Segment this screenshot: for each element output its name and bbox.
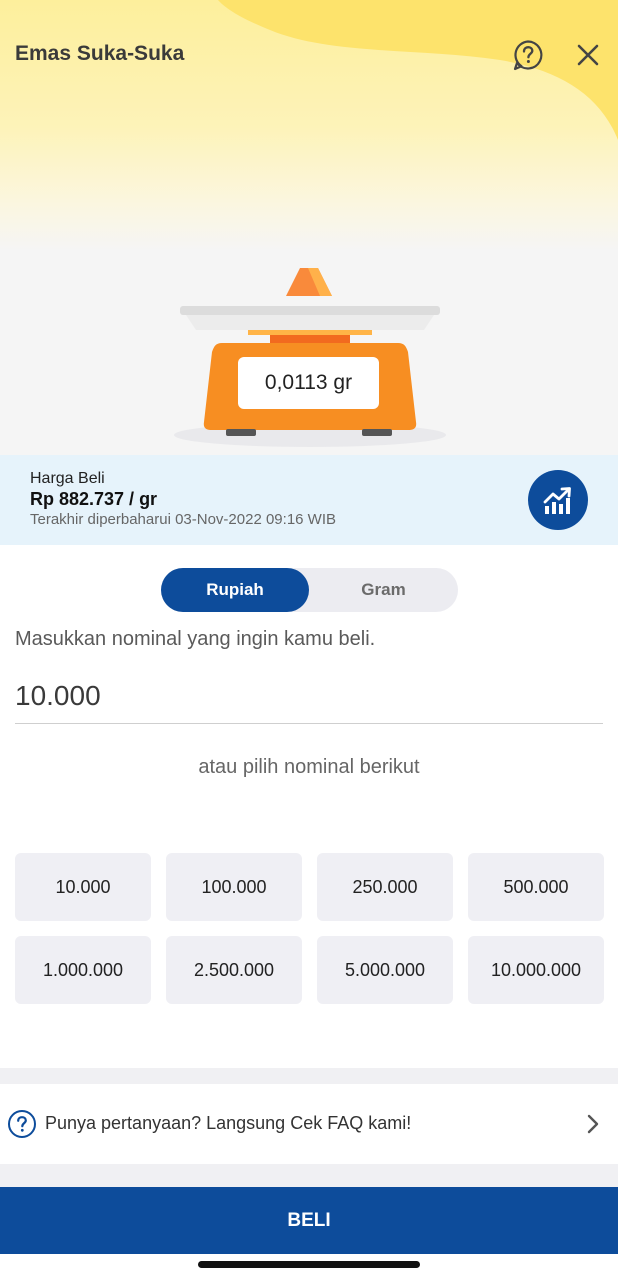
price-updated-time: Terakhir diperbaharui 03-Nov-2022 09:16 …: [30, 511, 336, 528]
section-divider: [0, 1068, 618, 1084]
preset-amount-chip[interactable]: 100.000: [166, 853, 302, 921]
preset-amount-chip[interactable]: 2.500.000: [166, 936, 302, 1004]
home-indicator: [198, 1261, 420, 1268]
price-label: Harga Beli: [30, 470, 105, 487]
page-title: Emas Suka-Suka: [15, 42, 185, 65]
question-circle-icon: [8, 1110, 36, 1138]
preset-amount-chip[interactable]: 500.000: [468, 853, 604, 921]
tab-rupiah[interactable]: Rupiah: [161, 568, 309, 612]
price-value: Rp 882.737 / gr: [30, 489, 158, 509]
buy-button[interactable]: BELI: [0, 1187, 618, 1254]
help-icon[interactable]: [512, 39, 544, 71]
faq-link-text[interactable]: Punya pertanyaan? Langsung Cek FAQ kami!: [45, 1113, 411, 1134]
currency-mode-toggle: Rupiah Gram: [161, 568, 458, 612]
preset-amount-chip[interactable]: 1.000.000: [15, 936, 151, 1004]
tab-gram[interactable]: Gram: [309, 568, 458, 612]
chevron-right-icon[interactable]: [584, 1113, 602, 1135]
preset-amount-grid: 10.000 100.000 250.000 500.000 1.000.000…: [15, 853, 604, 1004]
weight-display: 0,0113 gr: [238, 357, 379, 409]
amount-prompt: Masukkan nominal yang ingin kamu beli.: [15, 628, 376, 650]
price-chart-button[interactable]: [528, 470, 588, 530]
preset-amount-chip[interactable]: 5.000.000: [317, 936, 453, 1004]
preset-amount-chip[interactable]: 10.000.000: [468, 936, 604, 1004]
trend-chart-icon: [543, 487, 571, 514]
preset-amount-chip[interactable]: 250.000: [317, 853, 453, 921]
yellow-blob-decoration: [218, 0, 618, 140]
preset-amount-chip[interactable]: 10.000: [15, 853, 151, 921]
preset-hint: atau pilih nominal berikut: [198, 756, 420, 778]
amount-input[interactable]: [15, 668, 603, 724]
section-divider: [0, 1164, 618, 1187]
close-icon[interactable]: [574, 41, 602, 69]
